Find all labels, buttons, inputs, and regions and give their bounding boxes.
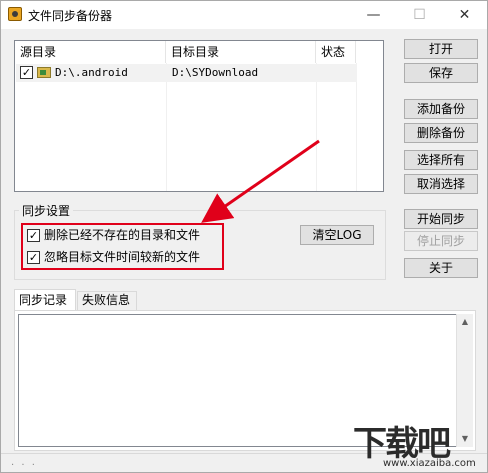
clear-log-button[interactable]: 清空LOG	[300, 225, 374, 245]
save-button[interactable]: 保存	[404, 63, 478, 83]
column-divider	[166, 63, 167, 191]
app-icon	[8, 7, 22, 21]
highlight-box	[21, 223, 224, 270]
sync-settings-title: 同步设置	[19, 202, 74, 219]
column-header-status[interactable]: 状态	[316, 41, 356, 63]
column-header-source[interactable]: 源目录	[15, 41, 166, 63]
column-divider	[316, 63, 317, 191]
stop-sync-button[interactable]: 停止同步	[404, 231, 478, 251]
window-title: 文件同步备份器	[28, 9, 113, 23]
maximize-button[interactable]: ☐	[397, 1, 442, 29]
title-bar: 文件同步备份器 — ☐ ✕	[1, 1, 487, 29]
folder-sync-icon	[37, 67, 51, 78]
close-button[interactable]: ✕	[442, 1, 487, 29]
list-header: 源目录 目标目录 状态	[15, 41, 383, 63]
tab-failure-info[interactable]: 失败信息	[77, 291, 137, 310]
site-watermark: 下载吧 www.xiazaiba.com	[353, 416, 483, 471]
start-sync-button[interactable]: 开始同步	[404, 209, 478, 229]
column-divider	[356, 63, 357, 191]
status-text: . . .	[11, 457, 37, 468]
deselect-button[interactable]: 取消选择	[404, 174, 478, 194]
about-button[interactable]: 关于	[404, 258, 478, 278]
row-target-path: D:\SYDownload	[172, 66, 259, 79]
watermark-url: www.xiazaiba.com	[383, 458, 476, 469]
open-button[interactable]: 打开	[404, 39, 478, 59]
row-source-path: D:\.android	[55, 66, 128, 79]
app-window: 文件同步备份器 — ☐ ✕ 源目录 目标目录 状态 ✓ D:\.android …	[0, 0, 488, 473]
tab-sync-log[interactable]: 同步记录	[14, 289, 76, 311]
scroll-up-icon[interactable]: ▲	[457, 314, 473, 330]
add-backup-button[interactable]: 添加备份	[404, 99, 478, 119]
minimize-button[interactable]: —	[351, 1, 396, 29]
column-header-target[interactable]: 目标目录	[166, 41, 316, 63]
row-checkbox[interactable]: ✓	[20, 66, 33, 79]
list-item[interactable]: ✓ D:\.android D:\SYDownload	[16, 64, 357, 82]
backup-list[interactable]: 源目录 目标目录 状态 ✓ D:\.android D:\SYDownload	[14, 40, 384, 192]
delete-backup-button[interactable]: 删除备份	[404, 123, 478, 143]
select-all-button[interactable]: 选择所有	[404, 150, 478, 170]
